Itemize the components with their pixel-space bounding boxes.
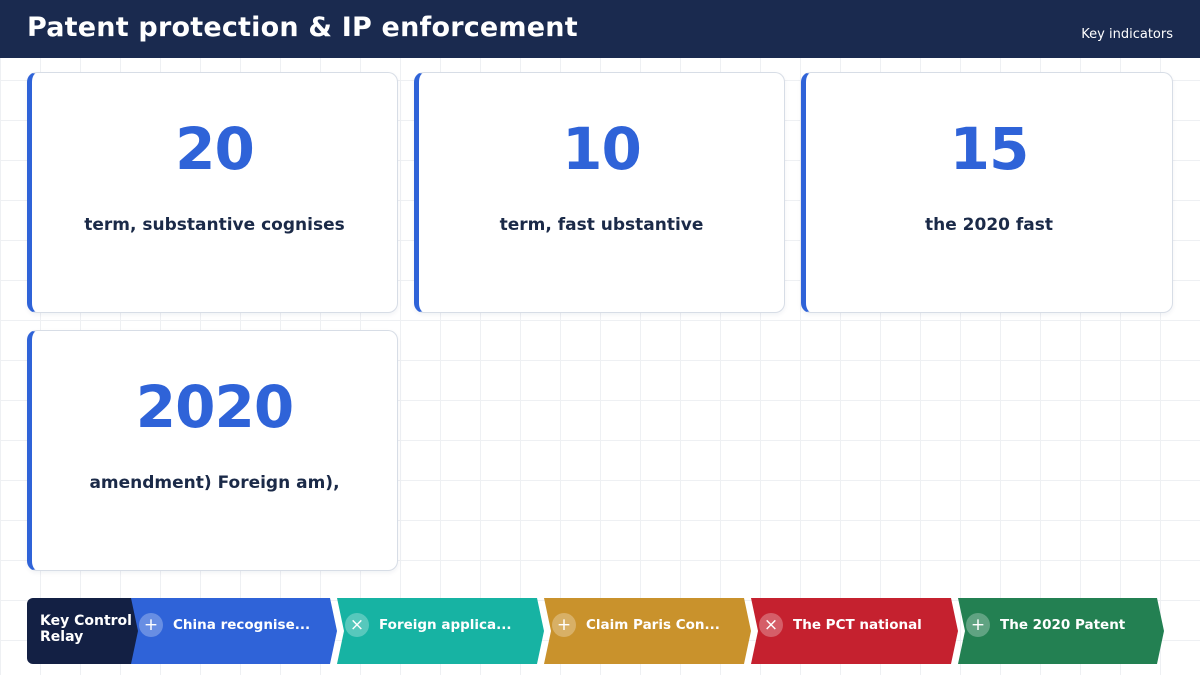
kpi-value: 2020 — [135, 373, 294, 441]
kpi-label: amendment) Foreign am), — [89, 473, 340, 493]
relay-step[interactable]: × The PCT national — [751, 598, 958, 664]
page-subtitle: Key indicators — [1081, 27, 1173, 42]
relay-step-label: Claim Paris Con... — [586, 617, 720, 633]
kpi-card: 15 the 2020 fast — [801, 72, 1173, 313]
kpi-label: term, fast ubstantive — [499, 215, 704, 235]
page-title: Patent protection & IP enforcement — [27, 12, 578, 43]
relay-step[interactable]: + The 2020 Patent — [958, 598, 1164, 664]
kpi-card: 20 term, substantive cognises — [27, 72, 398, 313]
relay-title: Key Control Relay — [27, 598, 145, 664]
plus-icon: + — [552, 613, 576, 637]
relay-step[interactable]: + China recognise... — [131, 598, 337, 664]
kpi-value: 10 — [562, 115, 642, 183]
kpi-label: the 2020 fast — [924, 215, 1054, 235]
relay-step-label: The PCT national — [793, 617, 922, 633]
kpi-card: 10 term, fast ubstantive — [414, 72, 785, 313]
plus-icon: + — [966, 613, 990, 637]
kpi-label: term, substantive cognises — [84, 215, 345, 235]
plus-icon: + — [139, 613, 163, 637]
x-icon: × — [759, 613, 783, 637]
relay-step[interactable]: + Claim Paris Con... — [544, 598, 751, 664]
kpi-value: 20 — [175, 115, 255, 183]
kpi-value: 15 — [949, 115, 1030, 183]
header-bar: Patent protection & IP enforcement Key i… — [0, 0, 1200, 58]
x-icon: × — [345, 613, 369, 637]
relay-step[interactable]: × Foreign applica... — [337, 598, 544, 664]
kpi-card: 2020 amendment) Foreign am), — [27, 330, 398, 571]
relay-step-label: Foreign applica... — [379, 617, 512, 633]
relay-step-label: China recognise... — [173, 617, 311, 633]
key-control-relay: Key Control Relay + China recognise... ×… — [27, 598, 1164, 664]
relay-step-label: The 2020 Patent — [1000, 617, 1126, 633]
